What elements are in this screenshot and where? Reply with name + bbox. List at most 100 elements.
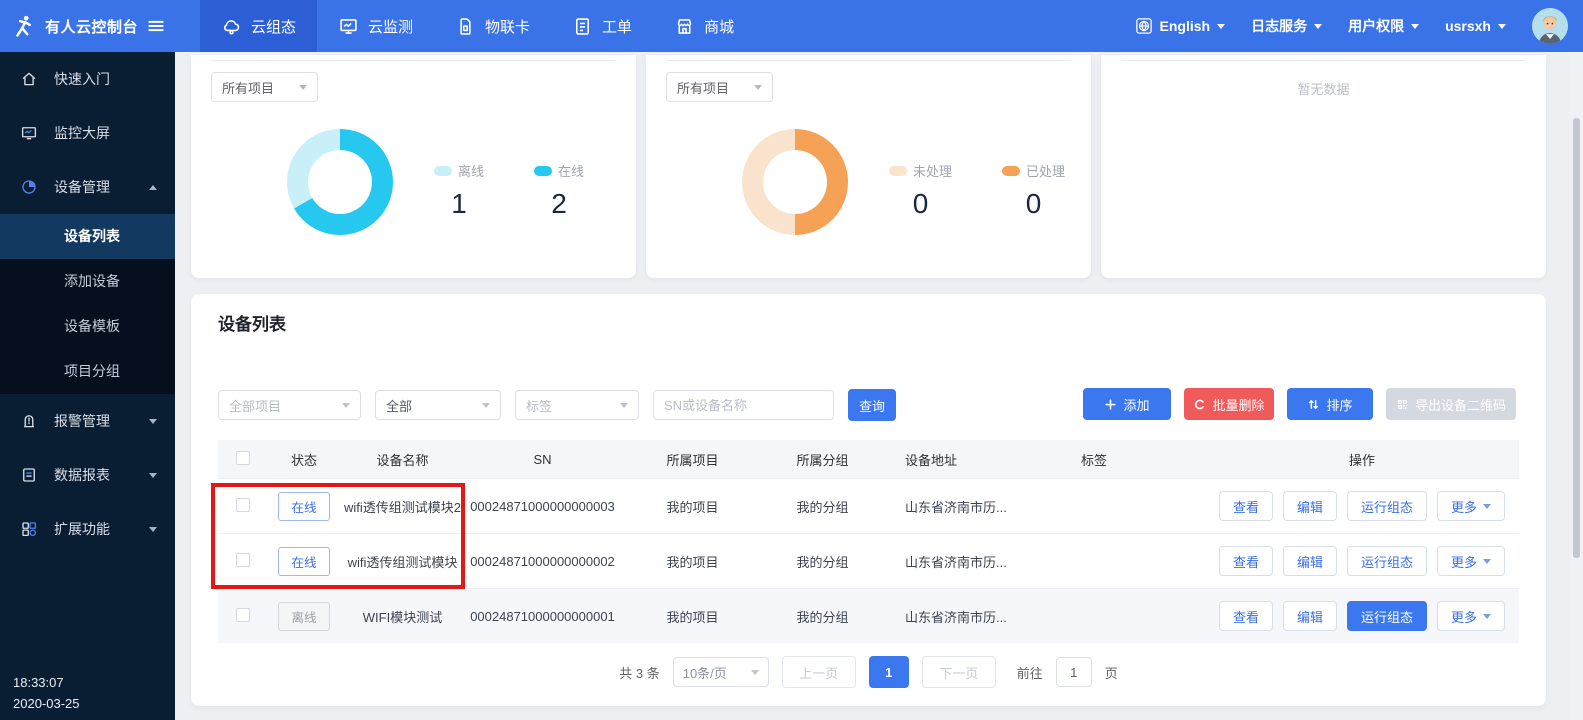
scrollbar-track[interactable] — [1569, 52, 1583, 720]
more-button[interactable]: 更多 — [1437, 491, 1505, 521]
top-nav-tabs: 云组态 云监测 物联卡 — [200, 0, 755, 52]
user-permission-menu[interactable]: 用户权限 — [1348, 16, 1419, 36]
alarm-status-legend: 未处理 0 已处理 0 — [889, 161, 1065, 220]
add-button-label: 添加 — [1123, 395, 1149, 414]
username-menu[interactable]: usrsxh — [1445, 18, 1506, 34]
sidebar-item-device-list[interactable]: 设备列表 — [0, 214, 175, 259]
tab-iot-card[interactable]: 物联卡 — [434, 0, 551, 52]
row-actions: 查看 编辑 运行组态 更多 — [1205, 601, 1519, 631]
work-order-icon — [572, 16, 593, 37]
tab-cloud-monitor[interactable]: 云监测 — [317, 0, 434, 52]
table-row: 在线 wifi透传组测试模块 00024871000000000002 我的项目… — [218, 533, 1519, 588]
chevron-down-icon — [1483, 504, 1491, 513]
current-page-button[interactable]: 1 — [869, 656, 909, 688]
row-checkbox[interactable] — [236, 498, 250, 512]
goto-page-input[interactable] — [1056, 657, 1092, 687]
tag-select[interactable]: 标签 — [515, 390, 639, 420]
batch-delete-icon — [1193, 398, 1206, 411]
scrollbar-thumb[interactable] — [1573, 118, 1580, 558]
add-button[interactable]: 添加 — [1083, 388, 1171, 420]
run-config-button[interactable]: 运行组态 — [1347, 546, 1427, 576]
page-size-select[interactable]: 10条/页 — [673, 657, 769, 687]
legend-label: 已处理 — [1026, 161, 1065, 180]
sidebar-item-label: 监控大屏 — [54, 123, 110, 143]
sim-card-icon — [455, 16, 476, 37]
device-sn: 00024871000000000001 — [465, 609, 620, 624]
tab-mall[interactable]: 商城 — [653, 0, 755, 52]
sidebar-item-extensions[interactable]: 扩展功能 — [0, 502, 175, 556]
filter-bar: 全部项目 全部 标签 查询 — [218, 389, 896, 421]
next-page-button[interactable]: 下一页 — [922, 656, 996, 688]
device-address: 山东省济南市历... — [880, 497, 1040, 516]
sidebar-item-project-group[interactable]: 项目分组 — [0, 349, 175, 394]
legend-swatch — [534, 166, 552, 176]
row-actions: 查看 编辑 运行组态 更多 — [1205, 491, 1519, 521]
clock-time: 18:33:07 — [13, 672, 80, 693]
prev-page-button[interactable]: 上一页 — [782, 656, 856, 688]
sidebar-item-add-device[interactable]: 添加设备 — [0, 259, 175, 304]
sidebar-item-device-template[interactable]: 设备模板 — [0, 304, 175, 349]
project-filter-select[interactable]: 所有项目 — [666, 72, 773, 102]
run-config-button[interactable]: 运行组态 — [1347, 601, 1427, 631]
tab-cloud-config[interactable]: 云组态 — [200, 0, 317, 52]
log-service-menu[interactable]: 日志服务 — [1251, 16, 1322, 36]
status-badge: 离线 — [278, 602, 330, 631]
action-bar: 添加 批量删除 排序 导出设备二维码 — [1083, 388, 1516, 420]
sidebar-item-label: 数据报表 — [54, 465, 110, 485]
sidebar-item-big-screen[interactable]: 监控大屏 — [0, 106, 175, 160]
export-qr-button[interactable]: 导出设备二维码 — [1386, 388, 1516, 420]
edit-button[interactable]: 编辑 — [1283, 601, 1337, 631]
run-config-button[interactable]: 运行组态 — [1347, 491, 1427, 521]
alarm-bell-icon — [20, 412, 38, 430]
row-checkbox[interactable] — [236, 608, 250, 622]
edit-button[interactable]: 编辑 — [1283, 546, 1337, 576]
sidebar-item-alarm-mgmt[interactable]: 报警管理 — [0, 394, 175, 448]
chevron-down-icon — [1483, 614, 1491, 623]
chevron-down-icon — [299, 85, 307, 94]
pagination: 共 3 条 10条/页 上一页 1 下一页 前往 页 — [191, 656, 1546, 688]
view-button[interactable]: 查看 — [1219, 546, 1273, 576]
alarm-status-card: 所有项目 未处理 0 已处理 0 — [646, 55, 1091, 278]
sidebar-item-label: 设备管理 — [54, 177, 110, 197]
chevron-down-icon — [1498, 24, 1506, 33]
sidebar-clock: 18:33:07 2020-03-25 — [13, 672, 80, 714]
device-sn: 00024871000000000003 — [465, 499, 620, 514]
grid-apps-icon — [20, 520, 38, 538]
language-menu[interactable]: English — [1135, 17, 1226, 35]
table-row: 在线 wifi透传组测试模块2 00024871000000000003 我的项… — [218, 478, 1519, 533]
project-filter-select[interactable]: 所有项目 — [211, 72, 318, 102]
more-button[interactable]: 更多 — [1437, 546, 1505, 576]
search-button[interactable]: 查询 — [848, 389, 896, 421]
legend-label: 在线 — [558, 161, 584, 180]
select-all-checkbox[interactable] — [236, 451, 250, 465]
row-checkbox[interactable] — [236, 553, 250, 567]
legend-swatch — [1002, 166, 1020, 176]
legend-swatch — [434, 166, 452, 176]
chevron-down-icon — [1411, 24, 1419, 33]
legend-swatch — [889, 166, 907, 176]
col-status: 状态 — [268, 450, 340, 469]
sort-button[interactable]: 排序 — [1287, 388, 1373, 420]
col-name: 设备名称 — [340, 450, 465, 469]
project-select[interactable]: 全部项目 — [218, 390, 361, 420]
tab-work-order[interactable]: 工单 — [551, 0, 653, 52]
more-button[interactable]: 更多 — [1437, 601, 1505, 631]
sidebar-item-data-report[interactable]: 数据报表 — [0, 448, 175, 502]
sidebar-item-device-mgmt[interactable]: 设备管理 — [0, 160, 175, 214]
project-filter-value: 所有项目 — [222, 78, 274, 97]
search-input[interactable] — [653, 390, 834, 420]
sidebar-item-label: 报警管理 — [54, 411, 110, 431]
sidebar-item-quick-start[interactable]: 快速入门 — [0, 52, 175, 106]
avatar[interactable] — [1532, 8, 1568, 44]
brand-name: 有人云控制台 — [45, 16, 138, 37]
report-icon — [20, 466, 38, 484]
view-button[interactable]: 查看 — [1219, 491, 1273, 521]
store-icon — [674, 16, 695, 37]
hamburger-menu-icon[interactable] — [146, 16, 166, 36]
status-select[interactable]: 全部 — [375, 390, 501, 420]
device-mgmt-submenu: 设备列表 添加设备 设备模板 项目分组 — [0, 214, 175, 394]
edit-button[interactable]: 编辑 — [1283, 491, 1337, 521]
view-button[interactable]: 查看 — [1219, 601, 1273, 631]
batch-delete-button[interactable]: 批量删除 — [1184, 388, 1274, 420]
legend-item-unprocessed: 未处理 0 — [889, 161, 952, 220]
